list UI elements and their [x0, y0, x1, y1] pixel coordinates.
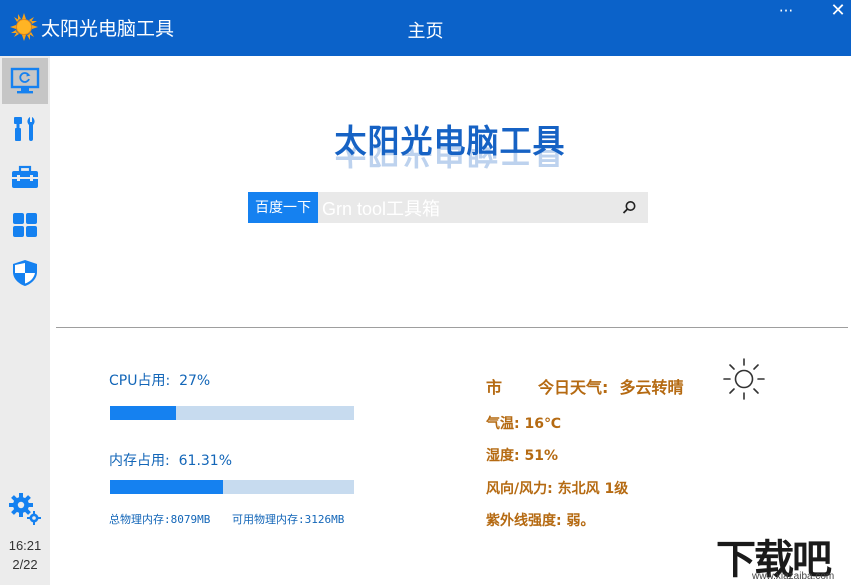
- total-memory: 总物理内存:8079MB: [109, 513, 211, 526]
- weather-uv: 紫外线强度: 弱。: [486, 513, 595, 529]
- sidebar: 16:21 2/22: [0, 56, 50, 585]
- memory-usage-fill: [110, 480, 223, 494]
- sidebar-item-apps[interactable]: [2, 202, 48, 248]
- gears-icon[interactable]: [6, 490, 44, 528]
- weather-today-value: 多云转晴: [619, 378, 684, 397]
- baidu-search-button[interactable]: 百度一下: [248, 192, 318, 223]
- brand-logo: 太阳光电脑工具 太阳光电脑工具: [330, 116, 570, 186]
- toolbox-icon: [12, 165, 38, 188]
- sidebar-item-security[interactable]: [2, 250, 48, 296]
- cpu-usage-fill: [110, 406, 176, 420]
- apps-grid-icon: [13, 213, 37, 237]
- clock-date: 2/22: [12, 557, 38, 572]
- weather-wind: 风向/风力: 东北风 1级: [486, 481, 629, 497]
- cpu-usage-bar: [110, 406, 354, 420]
- tools-icon: [14, 117, 35, 141]
- sidebar-item-home[interactable]: [2, 58, 48, 104]
- watermark-url: www.xiazaiba.com: [752, 571, 835, 582]
- cpu-usage: CPU占用: 27%: [109, 373, 211, 389]
- page-title: 主页: [407, 21, 444, 42]
- available-memory: 可用物理内存:3126MB: [232, 513, 345, 526]
- sun-icon: [723, 358, 765, 400]
- title-bar: 太阳光电脑工具 主页 ··· ✕: [0, 0, 851, 56]
- cpu-usage-value: 27%: [179, 373, 211, 389]
- search-icon[interactable]: [622, 200, 637, 215]
- search-bar: 百度一下: [248, 192, 648, 223]
- shield-icon: [13, 260, 37, 286]
- weather-humidity: 湿度: 51%: [486, 448, 558, 464]
- watermark-logo: 下载吧 www.xiazaiba.com: [712, 527, 851, 585]
- app-window: 太阳光电脑工具 主页 ··· ✕ 16:21 2/22 太阳光电脑工具 太阳光电…: [0, 0, 851, 585]
- sidebar-item-tools[interactable]: [2, 106, 48, 152]
- brand-reflection: 太阳光电脑工具: [334, 147, 566, 169]
- memory-usage: 内存占用: 61.31%: [109, 453, 233, 469]
- monitor-refresh-icon: [10, 67, 40, 94]
- memory-usage-bar: [110, 480, 354, 494]
- weather-city: 市: [486, 378, 503, 397]
- weather-temperature: 气温: 16℃: [486, 416, 561, 432]
- divider: [56, 327, 848, 328]
- memory-usage-value: 61.31%: [178, 453, 233, 469]
- more-button[interactable]: ···: [772, 0, 800, 24]
- weather-today: 今日天气: 多云转晴: [538, 378, 684, 397]
- close-button[interactable]: ✕: [824, 0, 851, 24]
- clock-time: 16:21: [8, 538, 42, 553]
- search-input[interactable]: [320, 192, 610, 223]
- sidebar-item-toolbox[interactable]: [2, 154, 48, 200]
